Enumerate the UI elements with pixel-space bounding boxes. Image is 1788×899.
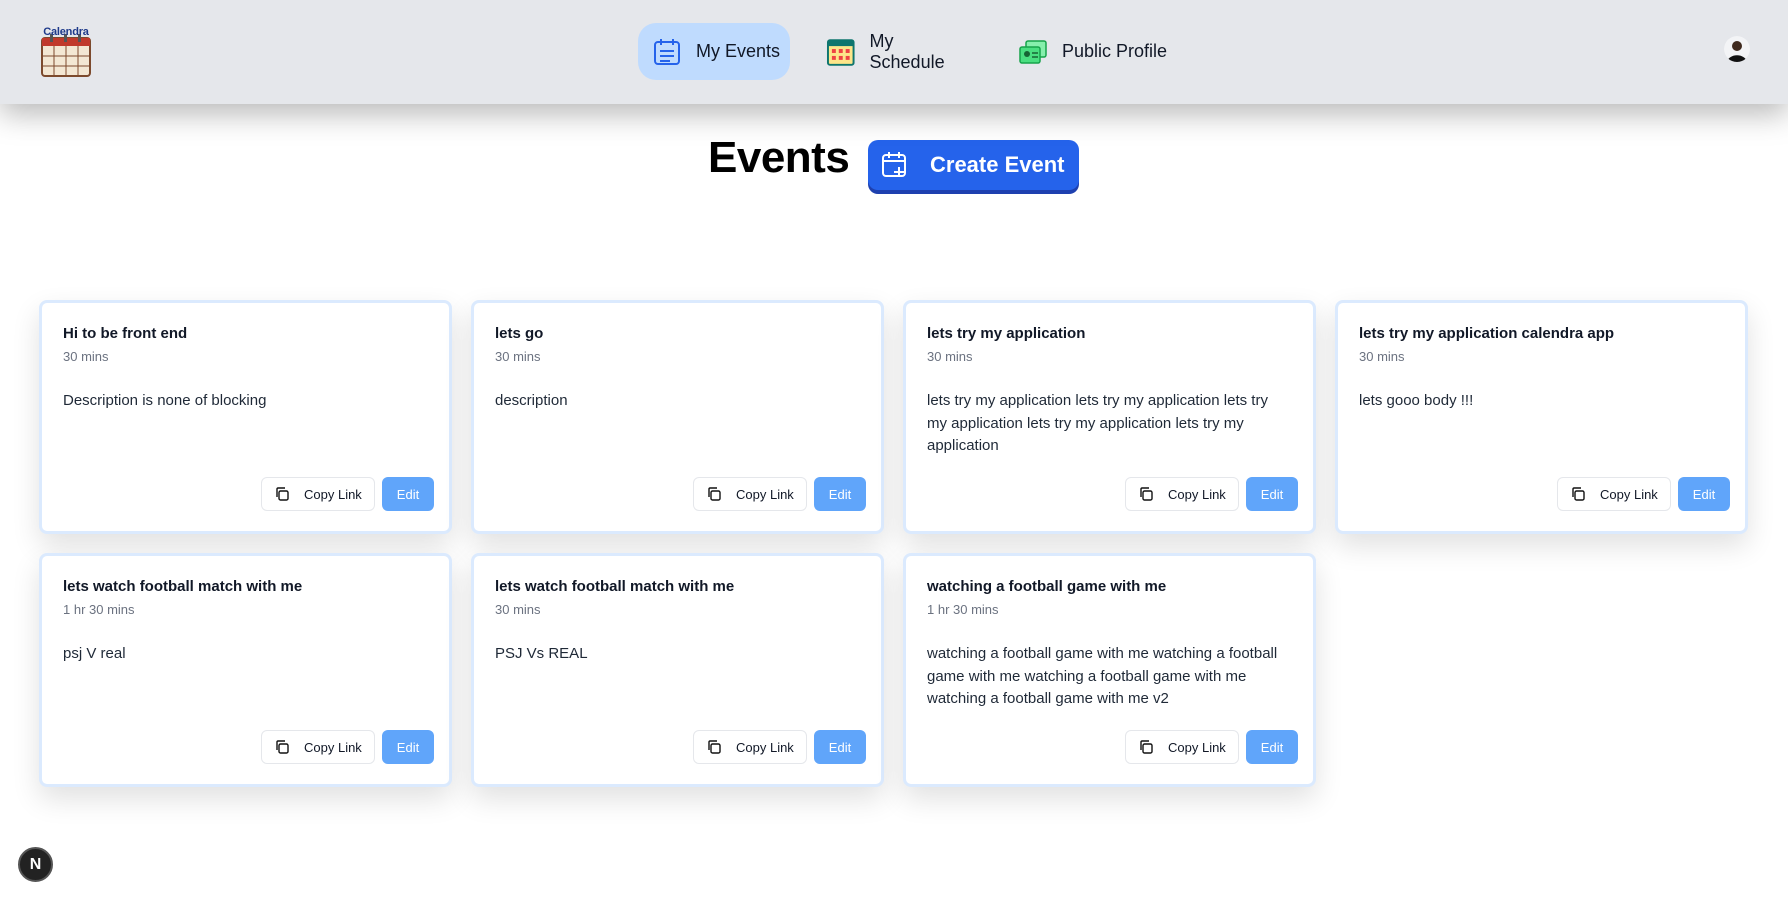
event-card: Hi to be front end 30 mins Description i… [39,300,452,534]
nav-public-profile[interactable]: Public Profile [1004,23,1204,80]
event-description: PSJ Vs REAL [495,645,588,662]
copy-icon [708,487,721,501]
copy-link-label: Copy Link [736,739,794,755]
copy-link-label: Copy Link [1168,486,1226,502]
edit-button[interactable]: Edit [382,477,434,511]
logo-text: Calendra [43,26,89,38]
profile-cards-icon [1019,39,1047,64]
event-card: lets go 30 mins description Copy Link Ed… [471,300,884,534]
event-description: lets try my application lets try my appl… [927,392,1268,454]
copy-link-label: Copy Link [1600,486,1658,502]
calendar-plus-icon [882,152,906,177]
copy-icon [708,740,721,754]
event-title: lets watch football match with me [495,578,735,595]
edit-button[interactable]: Edit [382,730,434,764]
nav-my-schedule[interactable]: My Schedule [812,23,972,80]
event-duration: 30 mins [495,349,541,364]
event-title: lets try my application calendra app [1359,325,1615,342]
event-duration: 1 hr 30 mins [927,602,999,617]
copy-link-button[interactable]: Copy Link [261,730,375,764]
nav-my-events-label: My Events [696,41,781,61]
event-duration: 30 mins [495,602,541,617]
event-description: psj V real [63,645,126,662]
create-event-button[interactable]: Create Event [868,140,1079,190]
event-duration: 30 mins [1359,349,1405,364]
copy-icon [276,487,289,501]
user-avatar[interactable] [1724,36,1750,62]
event-title: lets go [495,325,544,342]
event-duration: 30 mins [927,349,973,364]
event-title: lets watch football match with me [63,578,303,595]
event-title: watching a football game with me [927,578,1167,595]
copy-link-button[interactable]: Copy Link [693,730,807,764]
copy-link-label: Copy Link [304,486,362,502]
copy-link-button[interactable]: Copy Link [1125,477,1239,511]
event-duration: 30 mins [63,349,109,364]
copy-link-button[interactable]: Copy Link [1125,730,1239,764]
event-card: lets try my application calendra app 30 … [1335,300,1748,534]
copy-link-label: Copy Link [736,486,794,502]
edit-button[interactable]: Edit [1246,477,1298,511]
user-avatar-icon [1724,36,1750,62]
copy-link-button[interactable]: Copy Link [693,477,807,511]
event-duration: 1 hr 30 mins [63,602,135,617]
list-calendar-icon [654,38,680,65]
create-event-label: Create Event [930,152,1065,177]
event-card: lets watch football match with me 1 hr 3… [39,553,452,787]
event-card: lets watch football match with me 30 min… [471,553,884,787]
nav-public-profile-label: Public Profile [1062,41,1168,61]
edit-button[interactable]: Edit [814,477,866,511]
page-title: Events [708,133,850,182]
copy-icon [1140,487,1153,501]
nav-my-schedule-label: My Schedule [869,30,945,72]
edit-button[interactable]: Edit [814,730,866,764]
event-card: watching a football game with me 1 hr 30… [903,553,1316,787]
top-navbar: Calendra My Events My Schedule Public Pr… [0,0,1788,104]
copy-link-button[interactable]: Copy Link [261,477,375,511]
event-description: Description is none of blocking [63,392,267,409]
event-title: Hi to be front end [63,325,188,342]
copy-icon [1572,487,1585,501]
event-description: lets gooo body !!! [1359,392,1474,409]
calendra-logo[interactable]: Calendra [38,26,94,78]
event-description: watching a football game with me watchin… [927,645,1278,707]
nav-my-events[interactable]: My Events [638,23,790,80]
dev-tools-badge[interactable]: N [18,847,53,882]
event-card: lets try my application 30 mins lets try… [903,300,1316,534]
edit-button[interactable]: Edit [1678,477,1730,511]
event-description: description [495,392,568,409]
schedule-calendar-icon [826,38,855,66]
copy-link-button[interactable]: Copy Link [1557,477,1671,511]
copy-icon [1140,740,1153,754]
event-title: lets try my application [927,325,1086,342]
copy-link-label: Copy Link [304,739,362,755]
copy-icon [276,740,289,754]
copy-link-label: Copy Link [1168,739,1226,755]
edit-button[interactable]: Edit [1246,730,1298,764]
